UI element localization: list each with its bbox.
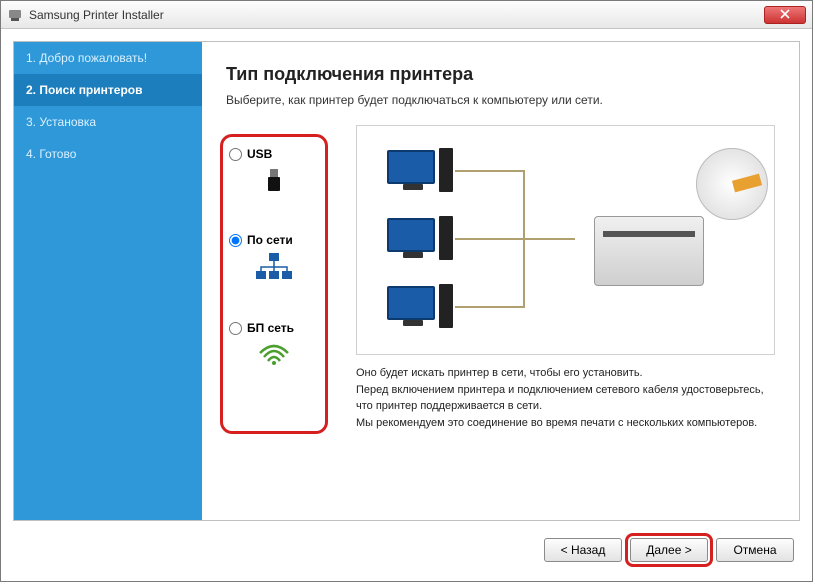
window-title: Samsung Printer Installer <box>29 8 764 22</box>
page-heading: Тип подключения принтера <box>226 64 775 85</box>
radio-usb[interactable] <box>229 148 242 161</box>
button-row: < Назад Далее > Отмена <box>13 531 800 569</box>
usb-icon <box>229 167 319 195</box>
step-welcome: 1. Добро пожаловать! <box>14 42 202 74</box>
tower-icon <box>439 148 453 192</box>
port-closeup-icon <box>696 148 768 220</box>
tower-icon <box>439 216 453 260</box>
network-icon <box>229 253 319 283</box>
cable-icon <box>455 238 575 240</box>
cable-icon <box>455 306 525 308</box>
step-search-printers: 2. Поиск принтеров <box>14 74 202 106</box>
option-usb-label: USB <box>247 147 272 161</box>
radio-network[interactable] <box>229 234 242 247</box>
computer-icon <box>387 150 435 184</box>
step-install: 3. Установка <box>14 106 202 138</box>
page-subtitle: Выберите, как принтер будет подключаться… <box>226 93 775 107</box>
app-icon <box>7 7 23 23</box>
connection-type-panel: USB По сети <box>220 134 328 434</box>
titlebar: Samsung Printer Installer <box>1 1 812 29</box>
option-usb[interactable]: USB <box>229 147 319 195</box>
back-button[interactable]: < Назад <box>544 538 622 562</box>
wifi-icon <box>229 341 319 367</box>
option-network-label: По сети <box>247 233 293 247</box>
computer-icon <box>387 218 435 252</box>
close-button[interactable] <box>764 6 806 24</box>
radio-wireless[interactable] <box>229 322 242 335</box>
computer-icon <box>387 286 435 320</box>
next-button[interactable]: Далее > <box>630 538 708 562</box>
sidebar: 1. Добро пожаловать! 2. Поиск принтеров … <box>14 42 202 520</box>
connection-diagram <box>356 125 775 355</box>
cable-icon <box>523 170 525 308</box>
installer-window: Samsung Printer Installer 1. Добро пожал… <box>0 0 813 582</box>
printer-icon <box>594 216 704 286</box>
option-wireless-label: БП сеть <box>247 321 294 335</box>
main-panel: Тип подключения принтера Выберите, как п… <box>202 42 799 520</box>
tower-icon <box>439 284 453 328</box>
step-done: 4. Готово <box>14 138 202 170</box>
cable-icon <box>455 170 525 172</box>
connection-description: Оно будет искать принтер в сети, чтобы е… <box>356 365 775 431</box>
option-wireless[interactable]: БП сеть <box>229 321 319 367</box>
option-network[interactable]: По сети <box>229 233 319 283</box>
cancel-button[interactable]: Отмена <box>716 538 794 562</box>
